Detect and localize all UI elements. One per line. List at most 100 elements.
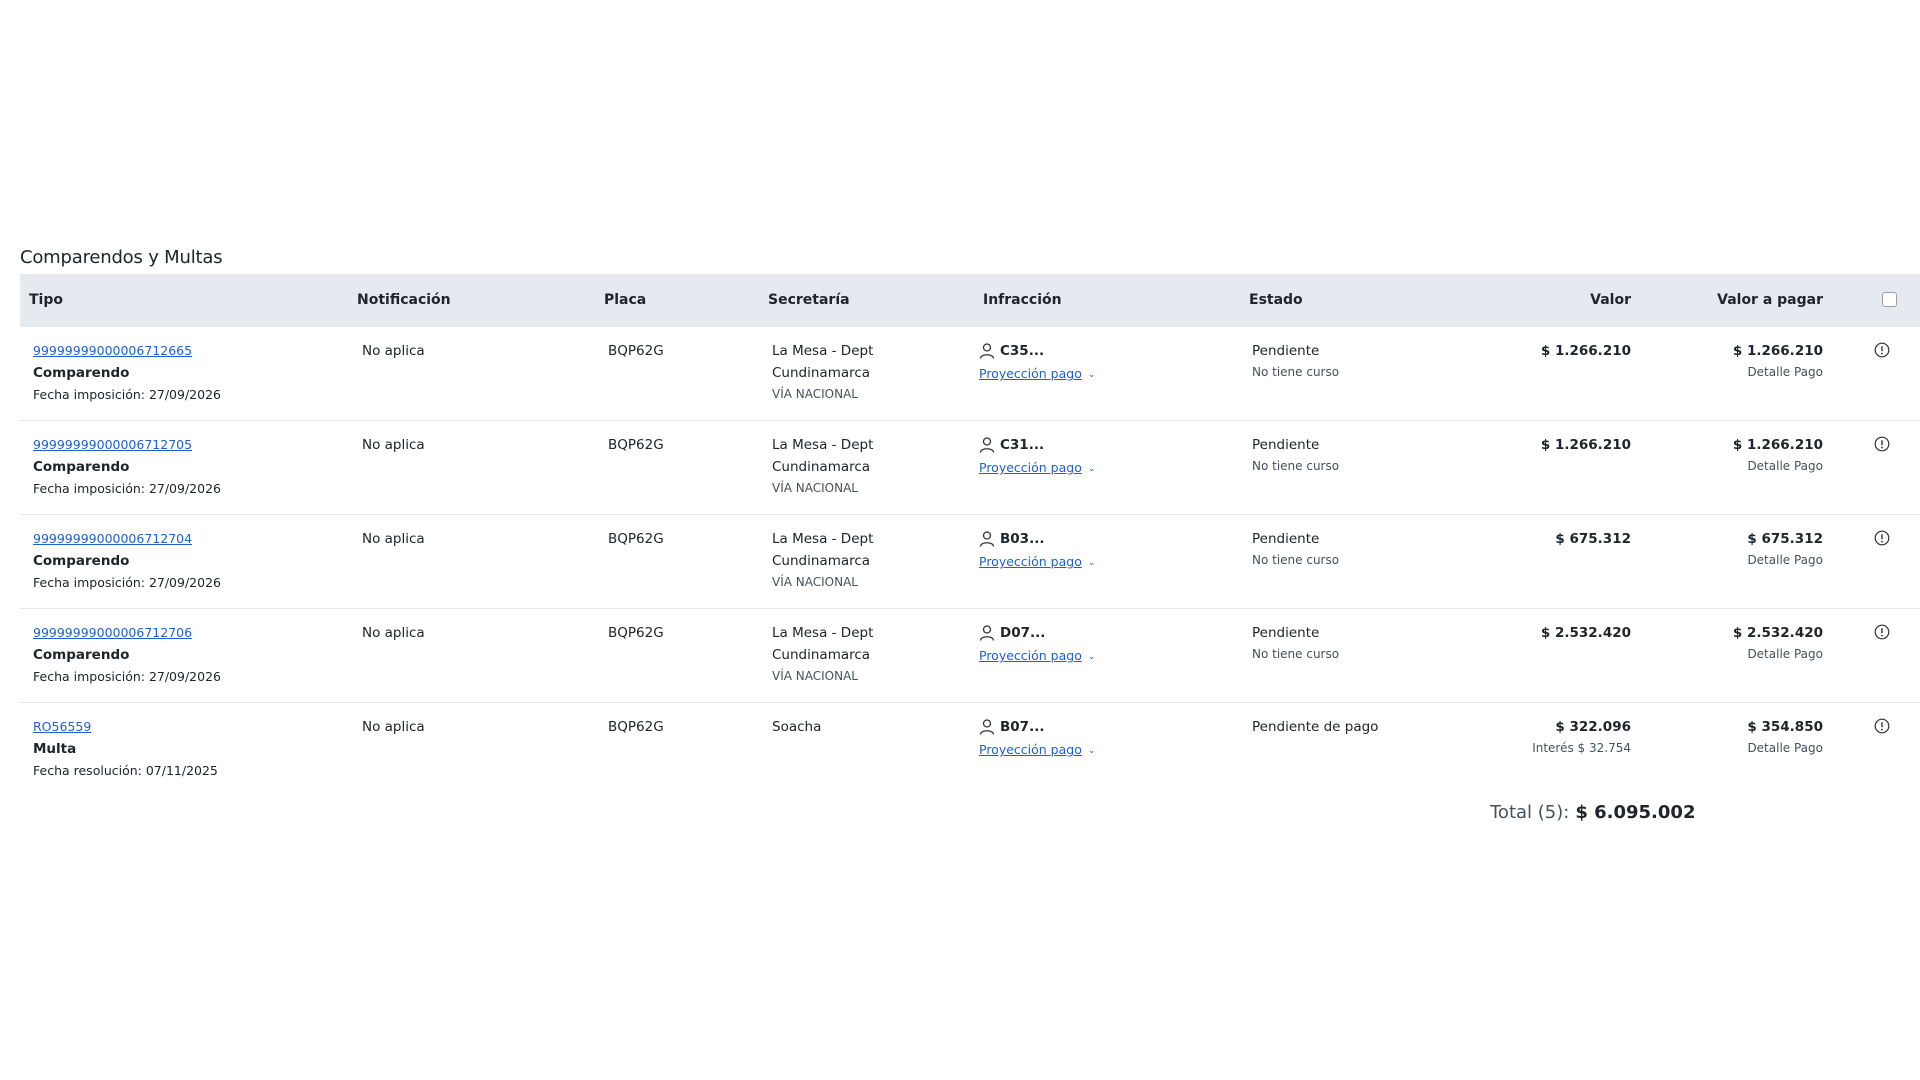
valor-pagar-amount: $ 1.266.210 [1732,437,1823,453]
proyeccion-pago-link[interactable]: Proyección pago [979,366,1082,381]
valor-amount: $ 1.266.210 [1540,343,1631,359]
valor-pagar-amount: $ 1.266.210 [1732,343,1823,359]
infraccion-cell: D07... Proyección pago ⌄ [979,622,1095,668]
person-icon [979,719,995,735]
chevron-down-icon[interactable]: ⌄ [1088,552,1096,574]
header-secretaria: Secretaría [768,292,850,308]
info-icon[interactable] [1874,718,1890,734]
valor-amount: $ 675.312 [1555,531,1631,547]
header-placa: Placa [604,292,647,308]
estado-cell: Pendiente de pago [1252,716,1378,738]
chevron-down-icon[interactable]: ⌄ [1088,740,1096,762]
fine-id-link[interactable]: 99999999000006712706 [33,622,221,644]
valor-cell: $ 675.312 [1420,528,1631,550]
fine-id-link[interactable]: RO56559 [33,716,218,738]
tipo-cell: 99999999000006712704 Comparendo Fecha im… [33,528,221,594]
section-title: Comparendos y Multas [20,247,223,268]
fine-date: Fecha imposición: 27/09/2026 [33,481,221,496]
header-infraccion: Infracción [983,292,1062,308]
table-row: 99999999000006712665 Comparendo Fecha im… [20,327,1920,421]
secretaria-line-3: VÍA NACIONAL [772,575,858,589]
proyeccion-pago-link[interactable]: Proyección pago [979,742,1082,757]
infraccion-cell: C31... Proyección pago ⌄ [979,434,1095,480]
header-valor-a-pagar: Valor a pagar [1717,292,1823,308]
proyeccion-pago-link[interactable]: Proyección pago [979,554,1082,569]
comparendos-section: Comparendos y Multas Tipo Notificación P… [20,246,1920,796]
table-row: 99999999000006712704 Comparendo Fecha im… [20,515,1920,609]
valor-pagar-amount: $ 354.850 [1747,719,1823,735]
secretaria-line-2: Cundinamarca [772,459,871,475]
detalle-pago-label[interactable]: Detalle Pago [1620,550,1823,570]
valor-pagar-cell: $ 1.266.210 Detalle Pago [1620,434,1823,476]
notificacion-cell: No aplica [362,437,425,453]
secretaria-line-1: La Mesa - Dept [772,531,874,547]
info-icon[interactable] [1874,530,1890,546]
fine-id-link[interactable]: 99999999000006712705 [33,434,221,456]
estado-sub: No tiene curso [1252,365,1340,379]
fine-date: Fecha imposición: 27/09/2026 [33,387,221,402]
header-notificacion: Notificación [357,292,451,308]
proyeccion-pago-link[interactable]: Proyección pago [979,460,1082,475]
valor-cell: $ 322.096 Interés $ 32.754 [1420,716,1631,758]
fine-date: Fecha imposición: 27/09/2026 [33,669,221,684]
header-valor: Valor [1590,292,1631,308]
estado-cell: Pendiente No tiene curso [1252,528,1339,570]
tipo-cell: 99999999000006712665 Comparendo Fecha im… [33,340,221,406]
valor-cell: $ 2.532.420 [1420,622,1631,644]
header-tipo: Tipo [29,292,63,308]
notificacion-cell: No aplica [362,531,425,547]
table-row: 99999999000006712705 Comparendo Fecha im… [20,421,1920,515]
info-icon[interactable] [1874,342,1890,358]
detalle-pago-label[interactable]: Detalle Pago [1620,644,1823,664]
valor-amount: $ 1.266.210 [1540,437,1631,453]
estado-sub: No tiene curso [1252,459,1340,473]
secretaria-line-1: Soacha [772,719,822,735]
fine-id-link[interactable]: 99999999000006712665 [33,340,221,362]
detalle-pago-label[interactable]: Detalle Pago [1620,362,1823,382]
secretaria-line-2: Cundinamarca [772,365,871,381]
detalle-pago-label[interactable]: Detalle Pago [1620,738,1823,758]
fine-type: Comparendo [33,459,130,475]
person-icon [979,625,995,641]
fine-id-link[interactable]: 99999999000006712704 [33,528,221,550]
valor-cell: $ 1.266.210 [1420,340,1631,362]
notificacion-cell: No aplica [362,625,425,641]
chevron-down-icon[interactable]: ⌄ [1088,458,1096,480]
info-icon[interactable] [1874,436,1890,452]
notificacion-cell: No aplica [362,719,425,735]
valor-pagar-cell: $ 675.312 Detalle Pago [1620,528,1823,570]
estado-sub: No tiene curso [1252,553,1340,567]
valor-pagar-amount: $ 675.312 [1747,531,1823,547]
secretaria-line-3: VÍA NACIONAL [772,481,858,495]
placa-cell: BQP62G [608,625,664,641]
person-icon [979,531,995,547]
valor-pagar-cell: $ 1.266.210 Detalle Pago [1620,340,1823,382]
table-header: Tipo Notificación Placa Secretaría Infra… [20,274,1920,327]
infraccion-cell: B07... Proyección pago ⌄ [979,716,1095,762]
infraccion-code: B07... [1000,719,1045,735]
secretaria-line-1: La Mesa - Dept [772,437,874,453]
infraccion-cell: B03... Proyección pago ⌄ [979,528,1095,574]
placa-cell: BQP62G [608,343,664,359]
secretaria-cell: La Mesa - Dept Cundinamarca VÍA NACIONAL [772,434,873,498]
valor-cell: $ 1.266.210 [1420,434,1631,456]
estado-status: Pendiente [1252,531,1320,547]
tipo-cell: 99999999000006712706 Comparendo Fecha im… [33,622,221,688]
fine-type: Multa [33,741,77,757]
fine-type: Comparendo [33,647,130,663]
chevron-down-icon[interactable]: ⌄ [1088,646,1096,668]
fines-table: Tipo Notificación Placa Secretaría Infra… [20,274,1920,796]
total-amount: $ 6.095.002 [1575,802,1696,823]
secretaria-cell: La Mesa - Dept Cundinamarca VÍA NACIONAL [772,622,873,686]
infraccion-code: C35... [1000,343,1045,359]
chevron-down-icon[interactable]: ⌄ [1088,364,1096,386]
fine-type: Comparendo [33,365,130,381]
info-icon[interactable] [1874,624,1890,640]
estado-cell: Pendiente No tiene curso [1252,622,1339,664]
estado-cell: Pendiente No tiene curso [1252,434,1339,476]
detalle-pago-label[interactable]: Detalle Pago [1620,456,1823,476]
proyeccion-pago-link[interactable]: Proyección pago [979,648,1082,663]
secretaria-line-2: Cundinamarca [772,553,871,569]
notificacion-cell: No aplica [362,343,425,359]
select-all-checkbox[interactable] [1882,292,1897,307]
